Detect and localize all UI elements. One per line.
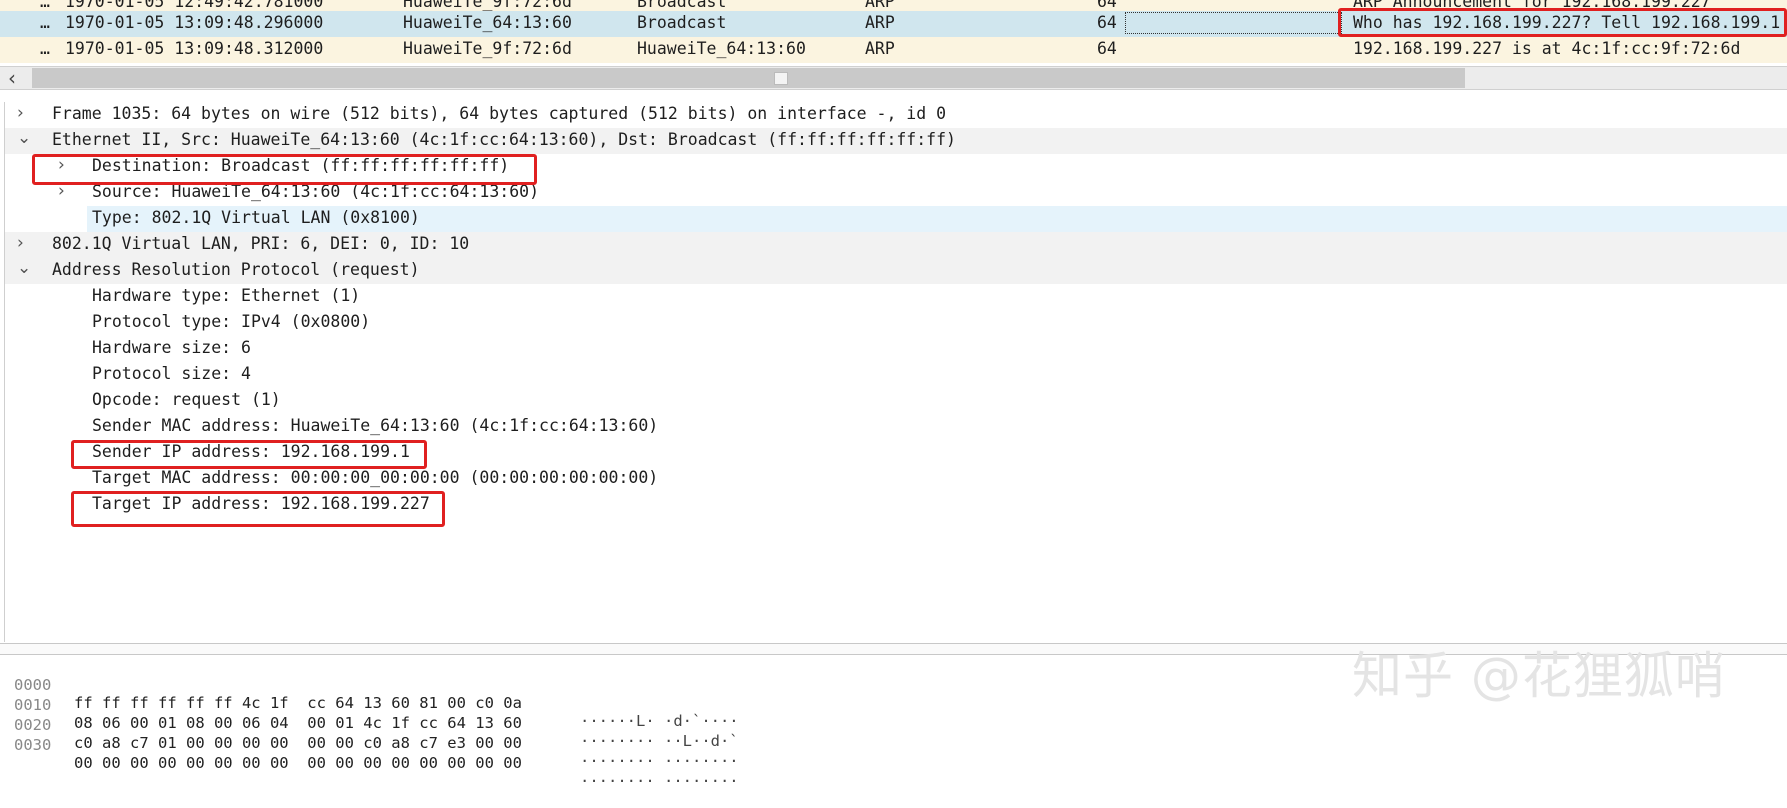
packet-bytes-pane: 0000 ff ff ff ff ff ff 4c 1f cc 64 13 60… xyxy=(0,656,1787,790)
hex-bytes: ff ff ff ff ff ff 4c 1f cc 64 13 60 81 0… xyxy=(74,694,522,712)
hex-row[interactable]: 0020 c0 a8 c7 01 00 00 00 00 00 00 c0 a8… xyxy=(0,698,739,770)
tree-item-label: Protocol size: 4 xyxy=(92,364,251,383)
packet-protocol: ARP xyxy=(865,13,895,32)
packet-destination: Broadcast xyxy=(637,0,727,11)
packet-info: 192.168.199.227 is at 4c:1f:cc:9f:72:6d xyxy=(1353,39,1741,58)
hex-row[interactable]: 0010 08 06 00 01 08 00 06 04 00 01 4c 1f… xyxy=(0,678,739,750)
annotation-box-info xyxy=(1338,8,1787,37)
packet-list: … 1970-01-05 12:49:42.781000 HuaweiTe_9f… xyxy=(0,0,1787,66)
tree-item-frame[interactable]: › Frame 1035: 64 bytes on wire (512 bits… xyxy=(5,102,1787,128)
scrollbar-track[interactable] xyxy=(32,68,1465,88)
packet-protocol: ARP xyxy=(865,0,895,11)
hex-ascii: ······L· ·d·`···· xyxy=(580,712,739,730)
annotation-box-target-ip xyxy=(71,491,445,527)
annotation-box-sender-ip xyxy=(71,440,427,469)
tree-item-label: Target MAC address: 00:00:00_00:00:00 (0… xyxy=(92,468,659,487)
packet-no: … xyxy=(40,39,50,58)
hex-row[interactable]: 0000 ff ff ff ff ff ff 4c 1f cc 64 13 60… xyxy=(0,658,739,730)
packet-destination: HuaweiTe_64:13:60 xyxy=(637,39,806,58)
hex-bytes: 08 06 00 01 08 00 06 04 00 01 4c 1f cc 6… xyxy=(74,714,522,732)
tree-item-label: Opcode: request (1) xyxy=(92,390,281,409)
hex-offset: 0030 xyxy=(14,736,52,754)
hex-ascii: ········ ··L··d·` xyxy=(580,732,739,750)
tree-item-arp-field[interactable]: Protocol type: IPv4 (0x0800) xyxy=(5,310,1787,336)
packet-source: HuaweiTe_9f:72:6d xyxy=(403,39,572,58)
packet-source: HuaweiTe_9f:72:6d xyxy=(403,0,572,11)
horizontal-scrollbar[interactable]: ‹ xyxy=(0,66,1787,90)
packet-length: 64 xyxy=(1097,39,1117,58)
tree-item-arp-field[interactable]: Hardware size: 6 xyxy=(5,336,1787,362)
packet-no: … xyxy=(40,13,50,32)
chevron-down-icon[interactable]: ⌄ xyxy=(17,258,31,278)
packet-destination: Broadcast xyxy=(637,13,727,32)
hex-ascii: ········ ········ xyxy=(580,752,739,770)
packet-no: … xyxy=(40,0,50,11)
tree-item-arp[interactable]: ⌄ Address Resolution Protocol (request) xyxy=(5,258,1787,284)
tree-item-eth-type[interactable]: Type: 802.1Q Virtual LAN (0x8100) xyxy=(5,206,1787,232)
tree-item-label: 802.1Q Virtual LAN, PRI: 6, DEI: 0, ID: … xyxy=(52,234,470,253)
tree-item-label: Protocol type: IPv4 (0x0800) xyxy=(92,312,371,331)
tree-item-arp-field[interactable]: Sender MAC address: HuaweiTe_64:13:60 (4… xyxy=(5,414,1787,440)
chevron-right-icon[interactable]: › xyxy=(17,103,24,123)
packet-length: 64 xyxy=(1097,13,1117,32)
tree-item-label: Hardware type: Ethernet (1) xyxy=(92,286,361,305)
tree-item-label: Address Resolution Protocol (request) xyxy=(52,260,420,279)
tree-item-label: Hardware size: 6 xyxy=(92,338,251,357)
packet-protocol: ARP xyxy=(865,39,895,58)
packet-length: 64 xyxy=(1097,0,1117,11)
hex-ascii: ········ ········ xyxy=(580,772,739,790)
tree-item-ethernet[interactable]: ⌄ Ethernet II, Src: HuaweiTe_64:13:60 (4… xyxy=(5,128,1787,154)
tree-item-arp-field[interactable]: Protocol size: 4 xyxy=(5,362,1787,388)
packet-time: 1970-01-05 13:09:48.312000 xyxy=(65,39,324,58)
packet-row[interactable]: … 1970-01-05 13:09:48.312000 HuaweiTe_9f… xyxy=(0,37,1787,63)
tree-item-label: Type: 802.1Q Virtual LAN (0x8100) xyxy=(92,208,420,227)
hex-row[interactable]: 0030 00 00 00 00 00 00 00 00 00 00 00 00… xyxy=(0,718,739,790)
focus-cell xyxy=(1125,12,1342,34)
tree-item-vlan[interactable]: › 802.1Q Virtual LAN, PRI: 6, DEI: 0, ID… xyxy=(5,232,1787,258)
annotation-box-destination xyxy=(32,154,537,185)
tree-item-label: Sender MAC address: HuaweiTe_64:13:60 (4… xyxy=(92,416,659,435)
tree-item-arp-field[interactable]: Hardware type: Ethernet (1) xyxy=(5,284,1787,310)
packet-details-tree: › Frame 1035: 64 bytes on wire (512 bits… xyxy=(4,102,1787,642)
tree-item-arp-field[interactable]: Target MAC address: 00:00:00_00:00:00 (0… xyxy=(5,466,1787,492)
scroll-left-icon[interactable]: ‹ xyxy=(8,67,16,89)
packet-source: HuaweiTe_64:13:60 xyxy=(403,13,572,32)
chevron-down-icon[interactable]: ⌄ xyxy=(17,128,31,148)
hex-bytes: c0 a8 c7 01 00 00 00 00 00 00 c0 a8 c7 e… xyxy=(74,734,522,752)
tree-item-label: Frame 1035: 64 bytes on wire (512 bits),… xyxy=(52,104,947,123)
packet-time: 1970-01-05 13:09:48.296000 xyxy=(65,13,324,32)
tree-item-arp-field[interactable]: Opcode: request (1) xyxy=(5,388,1787,414)
hex-bytes: 00 00 00 00 00 00 00 00 00 00 00 00 00 0… xyxy=(74,754,522,772)
chevron-right-icon[interactable]: › xyxy=(17,233,24,253)
scrollbar-thumb[interactable] xyxy=(774,72,788,85)
tree-item-label: Ethernet II, Src: HuaweiTe_64:13:60 (4c:… xyxy=(52,130,956,149)
packet-time: 1970-01-05 12:49:42.781000 xyxy=(65,0,324,11)
